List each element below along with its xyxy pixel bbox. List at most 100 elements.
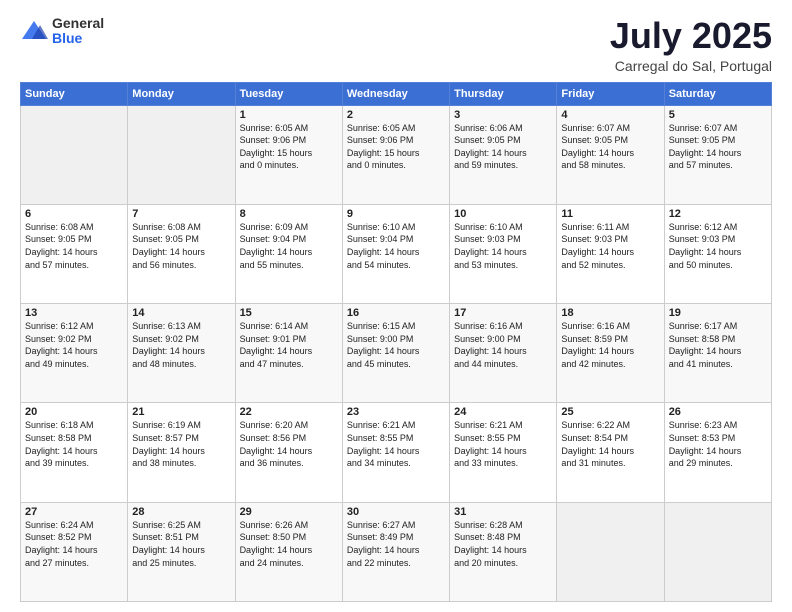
calendar-header: SundayMondayTuesdayWednesdayThursdayFrid… (21, 82, 772, 105)
calendar-cell: 13Sunrise: 6:12 AM Sunset: 9:02 PM Dayli… (21, 304, 128, 403)
day-number: 31 (454, 506, 552, 518)
calendar-cell: 26Sunrise: 6:23 AM Sunset: 8:53 PM Dayli… (664, 403, 771, 502)
calendar-cell: 2Sunrise: 6:05 AM Sunset: 9:06 PM Daylig… (342, 105, 449, 204)
day-info: Sunrise: 6:26 AM Sunset: 8:50 PM Dayligh… (240, 519, 338, 569)
logo-general-text: General (52, 16, 104, 31)
day-info: Sunrise: 6:14 AM Sunset: 9:01 PM Dayligh… (240, 320, 338, 370)
day-number: 3 (454, 109, 552, 121)
calendar-week-row: 20Sunrise: 6:18 AM Sunset: 8:58 PM Dayli… (21, 403, 772, 502)
calendar-week-row: 6Sunrise: 6:08 AM Sunset: 9:05 PM Daylig… (21, 204, 772, 303)
day-number: 22 (240, 406, 338, 418)
day-info: Sunrise: 6:19 AM Sunset: 8:57 PM Dayligh… (132, 419, 230, 469)
day-info: Sunrise: 6:27 AM Sunset: 8:49 PM Dayligh… (347, 519, 445, 569)
day-number: 29 (240, 506, 338, 518)
calendar-cell: 19Sunrise: 6:17 AM Sunset: 8:58 PM Dayli… (664, 304, 771, 403)
weekday-row: SundayMondayTuesdayWednesdayThursdayFrid… (21, 82, 772, 105)
weekday-header-monday: Monday (128, 82, 235, 105)
day-number: 23 (347, 406, 445, 418)
weekday-header-tuesday: Tuesday (235, 82, 342, 105)
calendar-cell (557, 502, 664, 601)
weekday-header-saturday: Saturday (664, 82, 771, 105)
calendar-cell: 27Sunrise: 6:24 AM Sunset: 8:52 PM Dayli… (21, 502, 128, 601)
calendar-cell: 28Sunrise: 6:25 AM Sunset: 8:51 PM Dayli… (128, 502, 235, 601)
day-info: Sunrise: 6:13 AM Sunset: 9:02 PM Dayligh… (132, 320, 230, 370)
calendar-cell: 14Sunrise: 6:13 AM Sunset: 9:02 PM Dayli… (128, 304, 235, 403)
day-info: Sunrise: 6:25 AM Sunset: 8:51 PM Dayligh… (132, 519, 230, 569)
weekday-header-friday: Friday (557, 82, 664, 105)
calendar-cell: 29Sunrise: 6:26 AM Sunset: 8:50 PM Dayli… (235, 502, 342, 601)
logo-text: General Blue (52, 16, 104, 47)
day-info: Sunrise: 6:07 AM Sunset: 9:05 PM Dayligh… (669, 122, 767, 172)
day-number: 24 (454, 406, 552, 418)
day-info: Sunrise: 6:06 AM Sunset: 9:05 PM Dayligh… (454, 122, 552, 172)
day-number: 19 (669, 307, 767, 319)
day-number: 8 (240, 208, 338, 220)
day-number: 9 (347, 208, 445, 220)
calendar-cell (21, 105, 128, 204)
calendar-cell: 24Sunrise: 6:21 AM Sunset: 8:55 PM Dayli… (450, 403, 557, 502)
day-number: 5 (669, 109, 767, 121)
calendar-week-row: 1Sunrise: 6:05 AM Sunset: 9:06 PM Daylig… (21, 105, 772, 204)
day-number: 15 (240, 307, 338, 319)
weekday-header-wednesday: Wednesday (342, 82, 449, 105)
day-number: 26 (669, 406, 767, 418)
day-number: 18 (561, 307, 659, 319)
day-number: 25 (561, 406, 659, 418)
calendar-cell: 10Sunrise: 6:10 AM Sunset: 9:03 PM Dayli… (450, 204, 557, 303)
calendar-cell: 31Sunrise: 6:28 AM Sunset: 8:48 PM Dayli… (450, 502, 557, 601)
day-info: Sunrise: 6:20 AM Sunset: 8:56 PM Dayligh… (240, 419, 338, 469)
day-number: 12 (669, 208, 767, 220)
calendar-cell: 23Sunrise: 6:21 AM Sunset: 8:55 PM Dayli… (342, 403, 449, 502)
day-number: 28 (132, 506, 230, 518)
logo: General Blue (20, 16, 104, 47)
day-info: Sunrise: 6:22 AM Sunset: 8:54 PM Dayligh… (561, 419, 659, 469)
day-number: 2 (347, 109, 445, 121)
calendar-cell: 22Sunrise: 6:20 AM Sunset: 8:56 PM Dayli… (235, 403, 342, 502)
day-info: Sunrise: 6:11 AM Sunset: 9:03 PM Dayligh… (561, 221, 659, 271)
day-number: 21 (132, 406, 230, 418)
day-info: Sunrise: 6:24 AM Sunset: 8:52 PM Dayligh… (25, 519, 123, 569)
calendar-cell: 21Sunrise: 6:19 AM Sunset: 8:57 PM Dayli… (128, 403, 235, 502)
day-info: Sunrise: 6:17 AM Sunset: 8:58 PM Dayligh… (669, 320, 767, 370)
day-info: Sunrise: 6:28 AM Sunset: 8:48 PM Dayligh… (454, 519, 552, 569)
day-info: Sunrise: 6:15 AM Sunset: 9:00 PM Dayligh… (347, 320, 445, 370)
calendar-cell: 25Sunrise: 6:22 AM Sunset: 8:54 PM Dayli… (557, 403, 664, 502)
day-info: Sunrise: 6:21 AM Sunset: 8:55 PM Dayligh… (347, 419, 445, 469)
day-number: 30 (347, 506, 445, 518)
calendar-cell (664, 502, 771, 601)
calendar-cell: 16Sunrise: 6:15 AM Sunset: 9:00 PM Dayli… (342, 304, 449, 403)
day-info: Sunrise: 6:05 AM Sunset: 9:06 PM Dayligh… (347, 122, 445, 172)
calendar-table: SundayMondayTuesdayWednesdayThursdayFrid… (20, 82, 772, 602)
calendar-cell: 4Sunrise: 6:07 AM Sunset: 9:05 PM Daylig… (557, 105, 664, 204)
day-info: Sunrise: 6:10 AM Sunset: 9:04 PM Dayligh… (347, 221, 445, 271)
calendar-cell: 17Sunrise: 6:16 AM Sunset: 9:00 PM Dayli… (450, 304, 557, 403)
day-info: Sunrise: 6:08 AM Sunset: 9:05 PM Dayligh… (25, 221, 123, 271)
day-info: Sunrise: 6:23 AM Sunset: 8:53 PM Dayligh… (669, 419, 767, 469)
calendar-cell: 20Sunrise: 6:18 AM Sunset: 8:58 PM Dayli… (21, 403, 128, 502)
day-info: Sunrise: 6:09 AM Sunset: 9:04 PM Dayligh… (240, 221, 338, 271)
logo-icon (20, 17, 48, 45)
day-info: Sunrise: 6:16 AM Sunset: 9:00 PM Dayligh… (454, 320, 552, 370)
day-info: Sunrise: 6:07 AM Sunset: 9:05 PM Dayligh… (561, 122, 659, 172)
calendar-cell: 5Sunrise: 6:07 AM Sunset: 9:05 PM Daylig… (664, 105, 771, 204)
calendar-week-row: 27Sunrise: 6:24 AM Sunset: 8:52 PM Dayli… (21, 502, 772, 601)
logo-blue-text: Blue (52, 31, 104, 46)
day-number: 7 (132, 208, 230, 220)
day-number: 20 (25, 406, 123, 418)
day-number: 10 (454, 208, 552, 220)
day-info: Sunrise: 6:21 AM Sunset: 8:55 PM Dayligh… (454, 419, 552, 469)
calendar-week-row: 13Sunrise: 6:12 AM Sunset: 9:02 PM Dayli… (21, 304, 772, 403)
calendar-cell: 8Sunrise: 6:09 AM Sunset: 9:04 PM Daylig… (235, 204, 342, 303)
calendar-page: General Blue July 2025 Carregal do Sal, … (0, 0, 792, 612)
day-info: Sunrise: 6:08 AM Sunset: 9:05 PM Dayligh… (132, 221, 230, 271)
calendar-title: July 2025 (610, 16, 772, 56)
day-info: Sunrise: 6:12 AM Sunset: 9:03 PM Dayligh… (669, 221, 767, 271)
day-number: 6 (25, 208, 123, 220)
calendar-cell: 7Sunrise: 6:08 AM Sunset: 9:05 PM Daylig… (128, 204, 235, 303)
day-number: 17 (454, 307, 552, 319)
day-number: 14 (132, 307, 230, 319)
header: General Blue July 2025 Carregal do Sal, … (20, 16, 772, 74)
day-info: Sunrise: 6:10 AM Sunset: 9:03 PM Dayligh… (454, 221, 552, 271)
calendar-cell: 15Sunrise: 6:14 AM Sunset: 9:01 PM Dayli… (235, 304, 342, 403)
calendar-cell: 6Sunrise: 6:08 AM Sunset: 9:05 PM Daylig… (21, 204, 128, 303)
